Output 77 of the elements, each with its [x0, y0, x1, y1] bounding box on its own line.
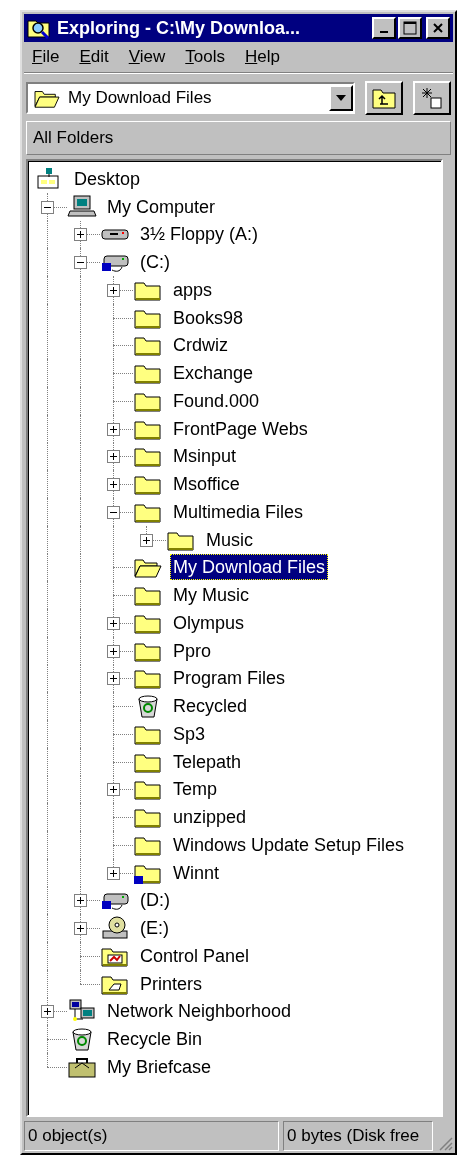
tree-item[interactable]: Ppro — [170, 637, 215, 664]
tree-item[interactable]: (C:) — [137, 249, 173, 276]
tree-item[interactable]: Msinput — [170, 443, 240, 470]
up-one-level-button[interactable] — [365, 81, 403, 115]
menu-item[interactable]: File — [32, 47, 60, 67]
expand-icon[interactable] — [107, 478, 120, 492]
tree-item[interactable]: My Music — [170, 582, 252, 609]
status-panel: 0 object(s) — [24, 1121, 279, 1151]
window-title: Exploring - C:\My Downloa... — [57, 17, 301, 39]
maximize-icon — [403, 21, 417, 35]
expand-icon[interactable] — [107, 644, 120, 658]
tree-item[interactable]: Exchange — [170, 360, 257, 387]
tree-item[interactable]: Recycle Bin — [104, 1026, 206, 1053]
tree-item[interactable]: My Download Files — [170, 554, 329, 581]
tree-item[interactable]: Found.000 — [170, 387, 263, 414]
expand-icon[interactable] — [74, 922, 87, 936]
tree-item[interactable]: apps — [170, 276, 216, 303]
collapse-icon[interactable] — [74, 256, 87, 270]
expand-icon[interactable] — [74, 228, 87, 242]
tree-item[interactable]: FrontPage Webs — [170, 415, 311, 442]
tree-item[interactable]: Temp — [170, 776, 220, 803]
tree-item[interactable]: Winnt — [170, 859, 222, 886]
minimize-button[interactable] — [372, 17, 396, 39]
tree-item[interactable]: Recycled — [170, 693, 251, 720]
expand-icon[interactable] — [107, 616, 120, 630]
tree-item[interactable]: Desktop — [71, 165, 144, 192]
tree-item[interactable]: (E:) — [137, 915, 172, 942]
maximize-button[interactable] — [398, 17, 422, 39]
menu-item[interactable]: Help — [244, 47, 280, 67]
tree-item[interactable]: Multimedia Files — [170, 498, 307, 525]
toolbar-button[interactable] — [413, 81, 451, 115]
minimize-icon — [380, 31, 388, 33]
resize-grip-icon — [437, 1135, 453, 1151]
tree-item[interactable]: Printers — [137, 970, 205, 997]
tree-item[interactable]: unzipped — [170, 804, 250, 831]
tree-item[interactable]: Music — [203, 526, 256, 553]
tree-item[interactable]: Olympus — [170, 609, 247, 636]
menu-item[interactable]: Tools — [185, 47, 225, 67]
menu-item[interactable]: View — [128, 47, 166, 67]
sparkle-icon — [419, 86, 445, 110]
tree-item[interactable]: Network Neighborhood — [104, 998, 295, 1025]
tree-item[interactable]: My Computer — [104, 193, 219, 220]
collapse-icon[interactable] — [41, 200, 54, 214]
expand-icon[interactable] — [74, 894, 87, 908]
dropdown-button[interactable] — [329, 85, 353, 111]
magnifier-folder-icon — [27, 17, 51, 39]
tree-item[interactable]: Books98 — [170, 304, 247, 331]
address-field[interactable]: My Download Files — [68, 88, 323, 108]
tree-item[interactable]: Crdwiz — [170, 332, 231, 359]
menu-item[interactable]: Edit — [79, 47, 109, 67]
cd-drive-icon — [100, 915, 130, 942]
tree-item[interactable]: (D:) — [137, 887, 173, 914]
expand-icon[interactable] — [107, 672, 120, 686]
caret-icon — [336, 95, 346, 101]
expand-icon[interactable] — [107, 783, 120, 797]
tree-item[interactable]: Control Panel — [137, 942, 253, 969]
collapse-icon[interactable] — [107, 505, 120, 519]
address-combo[interactable]: My Download Files — [26, 82, 355, 114]
computer-icon — [67, 193, 97, 220]
expand-icon[interactable] — [107, 283, 120, 297]
tree-item[interactable]: Msoffice — [170, 471, 243, 498]
tree-item[interactable]: 3½ Floppy (A:) — [137, 221, 262, 248]
status-panel: 0 bytes (Disk free — [283, 1121, 433, 1151]
expand-icon[interactable] — [107, 450, 120, 464]
tree-item[interactable]: Windows Update Setup Files — [170, 831, 408, 858]
expand-icon[interactable] — [107, 866, 120, 880]
tree-item[interactable]: Telepath — [170, 748, 245, 775]
tree-item[interactable]: My Briefcase — [104, 1053, 215, 1080]
close-icon — [432, 22, 444, 34]
folder-up-icon — [371, 86, 397, 110]
tree-item[interactable]: Program Files — [170, 665, 289, 692]
pane-title: All Folders — [26, 121, 451, 155]
expand-icon[interactable] — [140, 533, 153, 547]
tree-item[interactable]: Sp3 — [170, 720, 209, 747]
expand-icon[interactable] — [107, 422, 120, 436]
close-button[interactable] — [426, 17, 450, 39]
expand-icon[interactable] — [41, 1005, 54, 1019]
